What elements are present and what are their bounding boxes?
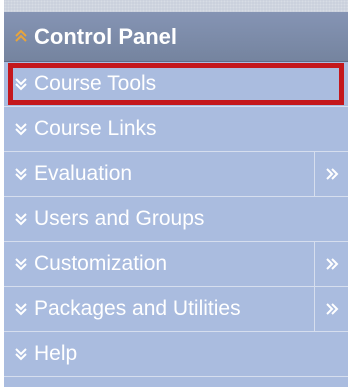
menu-item-label: Packages and Utilities — [34, 297, 241, 320]
chevron-double-down-icon — [15, 213, 27, 226]
menu-item-label: Users and Groups — [34, 207, 205, 230]
menu-item-help[interactable]: Help — [4, 332, 348, 377]
control-panel-header[interactable]: Control Panel — [4, 12, 348, 62]
menu-item-course-tools[interactable]: Course Tools — [4, 62, 348, 107]
chevron-double-right-icon — [326, 168, 339, 180]
submenu-expand-button[interactable] — [314, 152, 348, 196]
menu-item-label: Course Tools — [34, 72, 157, 95]
chevron-double-down-icon — [15, 348, 27, 361]
menu-item-customization[interactable]: Customization — [4, 242, 348, 287]
chevron-double-down-icon — [15, 123, 27, 136]
chevron-double-down-icon — [15, 168, 27, 181]
chevron-double-right-icon — [326, 258, 339, 270]
control-panel: Control Panel Course Tools Course Links … — [4, 0, 348, 387]
chevron-double-down-icon — [15, 258, 27, 271]
menu-item-label: Help — [34, 342, 78, 365]
chevron-double-up-icon — [15, 29, 27, 42]
submenu-expand-button[interactable] — [314, 242, 348, 286]
control-panel-title: Control Panel — [34, 24, 178, 49]
menu-item-evaluation[interactable]: Evaluation — [4, 152, 348, 197]
submenu-expand-button[interactable] — [314, 287, 348, 331]
menu-item-course-links[interactable]: Course Links — [4, 107, 348, 152]
menu-item-label: Customization — [34, 252, 168, 275]
menu-item-packages-and-utilities[interactable]: Packages and Utilities — [4, 287, 348, 332]
menu-item-label: Course Links — [34, 117, 157, 140]
menu-item-label: Evaluation — [34, 162, 133, 185]
chevron-double-down-icon — [15, 303, 27, 316]
chevron-double-down-icon — [15, 78, 27, 91]
menu-item-users-and-groups[interactable]: Users and Groups — [4, 197, 348, 242]
chevron-double-right-icon — [326, 303, 339, 315]
panel-top-strip — [4, 0, 348, 12]
